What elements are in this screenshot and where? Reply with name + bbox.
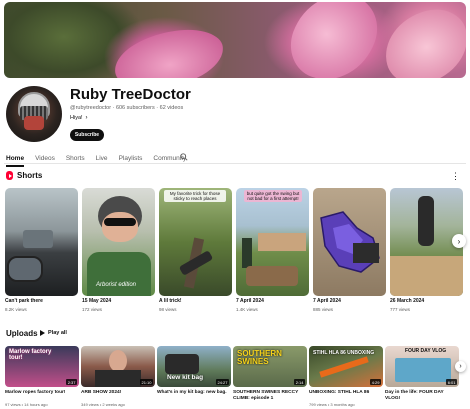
short-thumbnail[interactable]: Arborist edition bbox=[82, 188, 155, 296]
video-duration: 2:14 bbox=[294, 379, 305, 385]
video-thumbnail[interactable]: 21:10 bbox=[81, 346, 155, 387]
short-title[interactable]: 26 March 2024 bbox=[390, 298, 464, 304]
short-views: 172 views bbox=[82, 307, 103, 312]
tabs-divider bbox=[4, 163, 466, 164]
video-title[interactable]: Day in the life: FOUR DAY VLOG! bbox=[385, 390, 459, 401]
short-caption: Arborist edition bbox=[96, 282, 137, 288]
thumbnail-overlay-text: STIHL HLA 86 UNBOXING bbox=[313, 350, 375, 356]
video-title[interactable]: ARB SHOW 2024! bbox=[81, 390, 155, 396]
video-title[interactable]: SOUTHERN SWINES RECCY CLIMB: episode 1 bbox=[233, 390, 307, 401]
channel-name: Ruby TreeDoctor bbox=[70, 86, 191, 103]
house-shape bbox=[258, 233, 306, 251]
video-meta: 349 views • 2 weeks ago bbox=[81, 402, 125, 407]
shorts-heading: Shorts bbox=[6, 171, 42, 180]
chevron-right-icon: › bbox=[85, 115, 88, 121]
photo-collage-shape bbox=[395, 358, 451, 382]
thumbnail-overlay-text: New kit bag bbox=[167, 374, 204, 381]
channel-description[interactable]: Hiya! › bbox=[70, 115, 88, 121]
thumbnail-overlay-text: FOUR DAY VLOG bbox=[405, 348, 447, 354]
short-title[interactable]: 7 April 2024 bbox=[236, 298, 310, 304]
chevron-right-icon: › bbox=[457, 236, 461, 246]
video-duration: 21:10 bbox=[139, 379, 153, 385]
tab-shorts[interactable]: Shorts bbox=[66, 155, 85, 162]
short-thumbnail[interactable]: but quite got the swing but not bad for … bbox=[236, 188, 309, 296]
short-views: 1.4K views bbox=[236, 307, 258, 312]
banner-leaf bbox=[376, 2, 466, 78]
shorts-title: Shorts bbox=[17, 171, 43, 180]
shorts-next-button[interactable]: › bbox=[452, 234, 466, 248]
short-title[interactable]: Can't park there bbox=[5, 298, 79, 304]
video-meta: 97 views • 14 hours ago bbox=[5, 402, 48, 407]
video-meta: 799 views • 3 months ago bbox=[309, 402, 355, 407]
video-duration: 2:37 bbox=[66, 379, 77, 385]
short-thumbnail[interactable] bbox=[5, 188, 78, 296]
wall-shape bbox=[390, 256, 463, 296]
video-thumbnail[interactable]: STIHL HLA 86 UNBOXING 4:29 bbox=[309, 346, 383, 387]
sunglasses-shape bbox=[104, 218, 136, 226]
tab-videos[interactable]: Videos bbox=[35, 155, 55, 162]
video-title[interactable]: What's in my kit bag: new bag. bbox=[157, 390, 231, 396]
play-icon bbox=[40, 330, 45, 336]
video-count: 62 videos bbox=[159, 105, 184, 111]
play-all-button[interactable]: Play all bbox=[40, 330, 67, 336]
person-shape bbox=[242, 238, 252, 268]
video-duration: 6:01 bbox=[446, 379, 457, 385]
short-caption: My favorite trick for those sticky to re… bbox=[164, 190, 226, 202]
tab-playlists[interactable]: Playlists bbox=[119, 155, 143, 162]
tool-shape bbox=[319, 356, 369, 378]
tab-live[interactable]: Live bbox=[96, 155, 108, 162]
short-views: 777 views bbox=[390, 307, 411, 312]
short-thumbnail[interactable]: My favorite trick for those sticky to re… bbox=[159, 188, 232, 296]
shirt-shape bbox=[95, 370, 141, 387]
video-thumbnail[interactable]: New kit bag 24:27 bbox=[157, 346, 231, 387]
video-title[interactable]: Marlow ropes factory tour! bbox=[5, 390, 79, 396]
description-text: Hiya! bbox=[70, 115, 83, 121]
thumbnail-overlay-text: SOUTHERN SWINES bbox=[237, 349, 282, 366]
channel-banner bbox=[4, 2, 466, 78]
short-views: 8.2K views bbox=[5, 307, 27, 312]
video-duration: 24:27 bbox=[215, 379, 229, 385]
uploads-next-button[interactable]: › bbox=[455, 361, 466, 372]
face-shape bbox=[102, 212, 138, 242]
chain-drawing bbox=[320, 211, 380, 273]
video-thumbnail[interactable]: FOUR DAY VLOG 6:01 bbox=[385, 346, 459, 387]
video-thumbnail[interactable]: SOUTHERN SWINES 2:14 bbox=[233, 346, 307, 387]
chevron-right-icon: › bbox=[459, 363, 462, 370]
short-views: 98 views bbox=[159, 307, 177, 312]
video-title[interactable]: UNBOXING: STIHL HLA 86 bbox=[309, 390, 383, 396]
channel-handle: @rubytreedoctor bbox=[70, 105, 112, 111]
short-caption: but quite got the swing but not bad for … bbox=[244, 190, 302, 202]
kit-bag-shape bbox=[165, 354, 199, 374]
channel-avatar[interactable] bbox=[6, 86, 62, 142]
channel-meta: @rubytreedoctor · 606 subscribers · 62 v… bbox=[70, 105, 184, 111]
video-thumbnail[interactable]: Marlow factory tour! 2:37 bbox=[5, 346, 79, 387]
person-shape bbox=[418, 196, 434, 246]
face-shape bbox=[24, 116, 44, 130]
short-title[interactable]: 15 May 2024 bbox=[82, 298, 156, 304]
short-views: 885 views bbox=[313, 307, 334, 312]
banner-leaf bbox=[281, 2, 387, 78]
tab-home[interactable]: Home bbox=[6, 155, 25, 167]
short-thumbnail[interactable] bbox=[313, 188, 386, 296]
uploads-title: Uploads bbox=[6, 329, 38, 338]
thumbnail-overlay-text: Marlow factory tour! bbox=[9, 349, 52, 361]
face-shape bbox=[109, 350, 127, 372]
short-title[interactable]: A lil trick! bbox=[159, 298, 233, 304]
search-icon[interactable] bbox=[180, 153, 188, 161]
van-shape bbox=[23, 230, 53, 248]
video-duration: 4:29 bbox=[370, 379, 381, 385]
short-title[interactable]: 7 April 2024 bbox=[313, 298, 387, 304]
log-pile-shape bbox=[246, 266, 298, 286]
subscriber-count: 606 subscribers bbox=[115, 105, 155, 111]
subscribe-button[interactable]: Subscribe bbox=[70, 129, 104, 141]
shirt-shape bbox=[87, 252, 151, 296]
mirror-shape bbox=[7, 256, 43, 282]
shorts-logo-icon bbox=[6, 171, 13, 180]
banner-leaf bbox=[110, 24, 228, 78]
play-all-label: Play all bbox=[48, 330, 67, 336]
more-vert-icon[interactable]: ⋮ bbox=[451, 171, 460, 182]
